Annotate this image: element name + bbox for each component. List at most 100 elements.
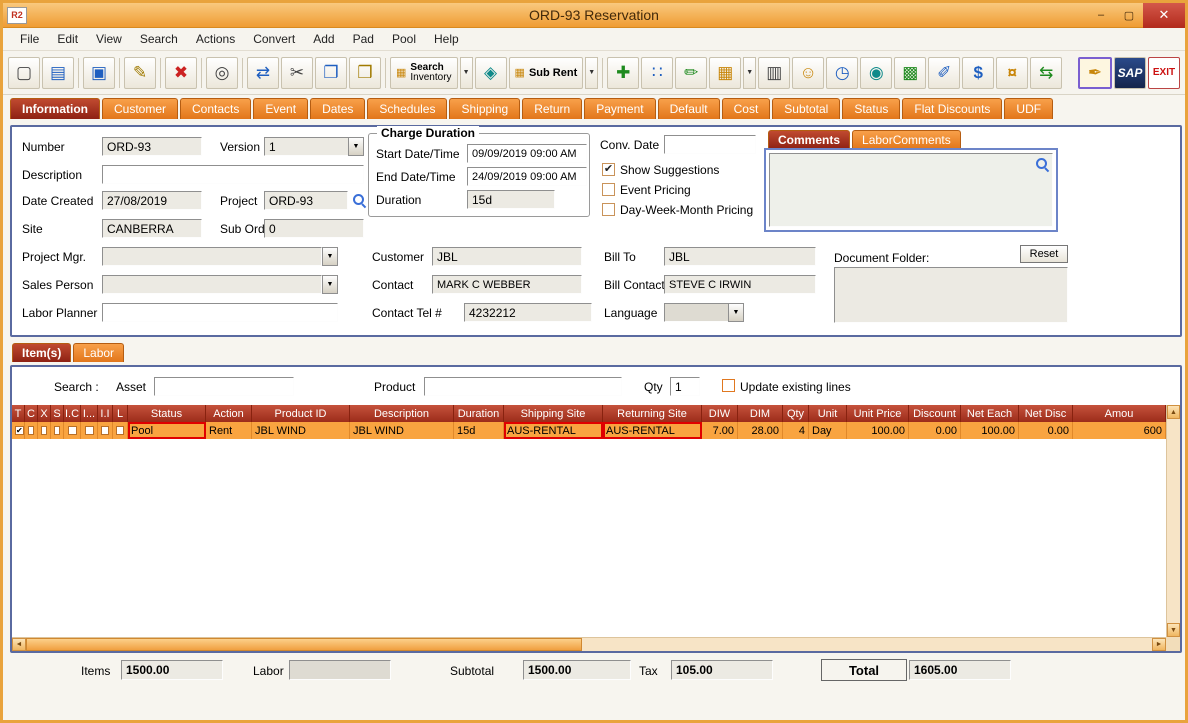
tab-labor[interactable]: Labor — [73, 343, 124, 362]
col-header-ic[interactable]: I.C — [64, 405, 81, 422]
cell-returning-site[interactable]: AUS-RENTAL — [603, 422, 702, 439]
tab-comments[interactable]: Comments — [768, 130, 850, 149]
transfer-button[interactable]: ⇆ — [1030, 57, 1062, 89]
data-cube-button[interactable]: ▩ — [894, 57, 926, 89]
menu-convert[interactable]: Convert — [244, 29, 304, 49]
sap-button[interactable]: SAP — [1114, 57, 1146, 89]
tab-cost[interactable]: Cost — [722, 98, 771, 119]
col-header-i[interactable]: I... — [81, 405, 98, 422]
tab-labor-comments[interactable]: LaborComments — [852, 130, 961, 149]
horizontal-scroll-thumb[interactable] — [26, 638, 582, 651]
site-field[interactable]: CANBERRA — [102, 219, 202, 238]
update-lines-checkbox[interactable] — [722, 379, 735, 392]
project-field[interactable]: ORD-93 — [264, 191, 348, 210]
row-check-t[interactable] — [15, 426, 24, 435]
col-header-status[interactable]: Status — [128, 405, 206, 422]
description-field[interactable] — [102, 165, 364, 184]
show-suggestions-checkbox[interactable] — [602, 163, 615, 176]
sales-person-dropdown[interactable]: ▼ — [322, 275, 338, 294]
convert-button[interactable]: ⇄ — [247, 57, 279, 89]
comments-box[interactable] — [764, 148, 1058, 232]
tab-payment[interactable]: Payment — [584, 98, 655, 119]
cell-diw[interactable]: 7.00 — [702, 422, 738, 439]
tab-return[interactable]: Return — [522, 98, 582, 119]
version-dropdown[interactable]: ▼ — [348, 137, 364, 156]
notes-button[interactable]: ✏ — [675, 57, 707, 89]
col-header-x[interactable]: X — [38, 405, 51, 422]
col-header-l[interactable]: L — [113, 405, 128, 422]
duration-field[interactable]: 15d — [467, 190, 555, 209]
close-button[interactable]: ✕ — [1143, 3, 1185, 28]
col-header-unit-price[interactable]: Unit Price — [847, 405, 909, 422]
scroll-left-arrow[interactable]: ◄ — [12, 638, 26, 651]
col-header-t[interactable]: T — [12, 405, 25, 422]
customer-field[interactable]: JBL — [432, 247, 582, 266]
copy-button[interactable]: ❐ — [315, 57, 347, 89]
tab-flat-discounts[interactable]: Flat Discounts — [902, 98, 1002, 119]
tab-event[interactable]: Event — [253, 98, 308, 119]
menu-help[interactable]: Help — [425, 29, 468, 49]
col-header-shipping-site[interactable]: Shipping Site — [504, 405, 603, 422]
project-mgr-field[interactable] — [102, 247, 322, 266]
day-week-month-checkbox[interactable] — [602, 203, 615, 216]
contact-tel-field[interactable]: 4232212 — [464, 303, 592, 322]
vertical-scrollbar[interactable]: ▲ ▼ — [1166, 405, 1180, 637]
comments-textarea[interactable] — [769, 153, 1053, 227]
col-header-dim[interactable]: DIM — [738, 405, 783, 422]
row-check-x[interactable] — [41, 426, 47, 435]
row-check-i[interactable] — [85, 426, 94, 435]
money-button[interactable]: ¤ — [996, 57, 1028, 89]
maximize-button[interactable]: ▢ — [1115, 5, 1143, 25]
cell-shipping-site[interactable]: AUS-RENTAL — [504, 422, 603, 439]
col-header-action[interactable]: Action — [206, 405, 252, 422]
reset-button[interactable]: Reset — [1020, 245, 1068, 263]
cut-button[interactable]: ✂ — [281, 57, 313, 89]
cell-unit[interactable]: Day — [809, 422, 847, 439]
find-button[interactable]: ◎ — [206, 57, 238, 89]
print-button[interactable]: ▤ — [42, 57, 74, 89]
tab-status[interactable]: Status — [842, 98, 900, 119]
search-inventory-dropdown[interactable]: ▼ — [460, 57, 473, 89]
sales-person-field[interactable] — [102, 275, 322, 294]
col-header-duration[interactable]: Duration — [454, 405, 504, 422]
minimize-button[interactable]: – — [1087, 5, 1115, 25]
project-mgr-dropdown[interactable]: ▼ — [322, 247, 338, 266]
col-header-ii[interactable]: I.I — [98, 405, 113, 422]
conv-date-field[interactable] — [664, 135, 756, 154]
horizontal-scrollbar[interactable]: ◄ ► — [12, 637, 1166, 651]
col-header-returning-site[interactable]: Returning Site — [603, 405, 702, 422]
menu-actions[interactable]: Actions — [187, 29, 244, 49]
col-header-qty[interactable]: Qty — [783, 405, 809, 422]
tab-contacts[interactable]: Contacts — [180, 98, 251, 119]
menu-edit[interactable]: Edit — [48, 29, 87, 49]
number-field[interactable]: ORD-93 — [102, 137, 202, 156]
tab-udf[interactable]: UDF — [1004, 98, 1053, 119]
date-created-field[interactable]: 27/08/2019 — [102, 191, 202, 210]
col-header-amount[interactable]: Amou — [1073, 405, 1166, 422]
key-button[interactable]: ✒ — [1078, 57, 1112, 89]
grid-row[interactable]: Pool Rent JBL WIND JBL WIND 15d AUS-RENT… — [12, 422, 1166, 439]
feedback-button[interactable]: ☺ — [792, 57, 824, 89]
report-print-button[interactable]: ▥ — [758, 57, 790, 89]
language-dropdown[interactable]: ▼ — [728, 303, 744, 322]
cell-net-disc[interactable]: 0.00 — [1019, 422, 1073, 439]
cell-status[interactable]: Pool — [128, 422, 206, 439]
row-check-c[interactable] — [28, 426, 34, 435]
media-button[interactable]: ◉ — [860, 57, 892, 89]
grid-layout-button[interactable]: ▦ — [709, 57, 741, 89]
cell-dim[interactable]: 28.00 — [738, 422, 783, 439]
save-button[interactable]: ▣ — [83, 57, 115, 89]
scroll-up-arrow[interactable]: ▲ — [1167, 405, 1180, 419]
document-folder-box[interactable] — [834, 267, 1068, 323]
tab-schedules[interactable]: Schedules — [367, 98, 447, 119]
menu-view[interactable]: View — [87, 29, 131, 49]
tab-default[interactable]: Default — [658, 98, 720, 119]
add-line-button[interactable]: ✚ — [607, 57, 639, 89]
exit-button[interactable]: EXIT — [1148, 57, 1180, 89]
row-check-ii[interactable] — [101, 426, 109, 435]
comments-search-icon[interactable] — [1035, 157, 1049, 171]
cell-net-each[interactable]: 100.00 — [961, 422, 1019, 439]
col-header-unit[interactable]: Unit — [809, 405, 847, 422]
scroll-right-arrow[interactable]: ► — [1152, 638, 1166, 651]
scroll-down-arrow[interactable]: ▼ — [1167, 623, 1180, 637]
